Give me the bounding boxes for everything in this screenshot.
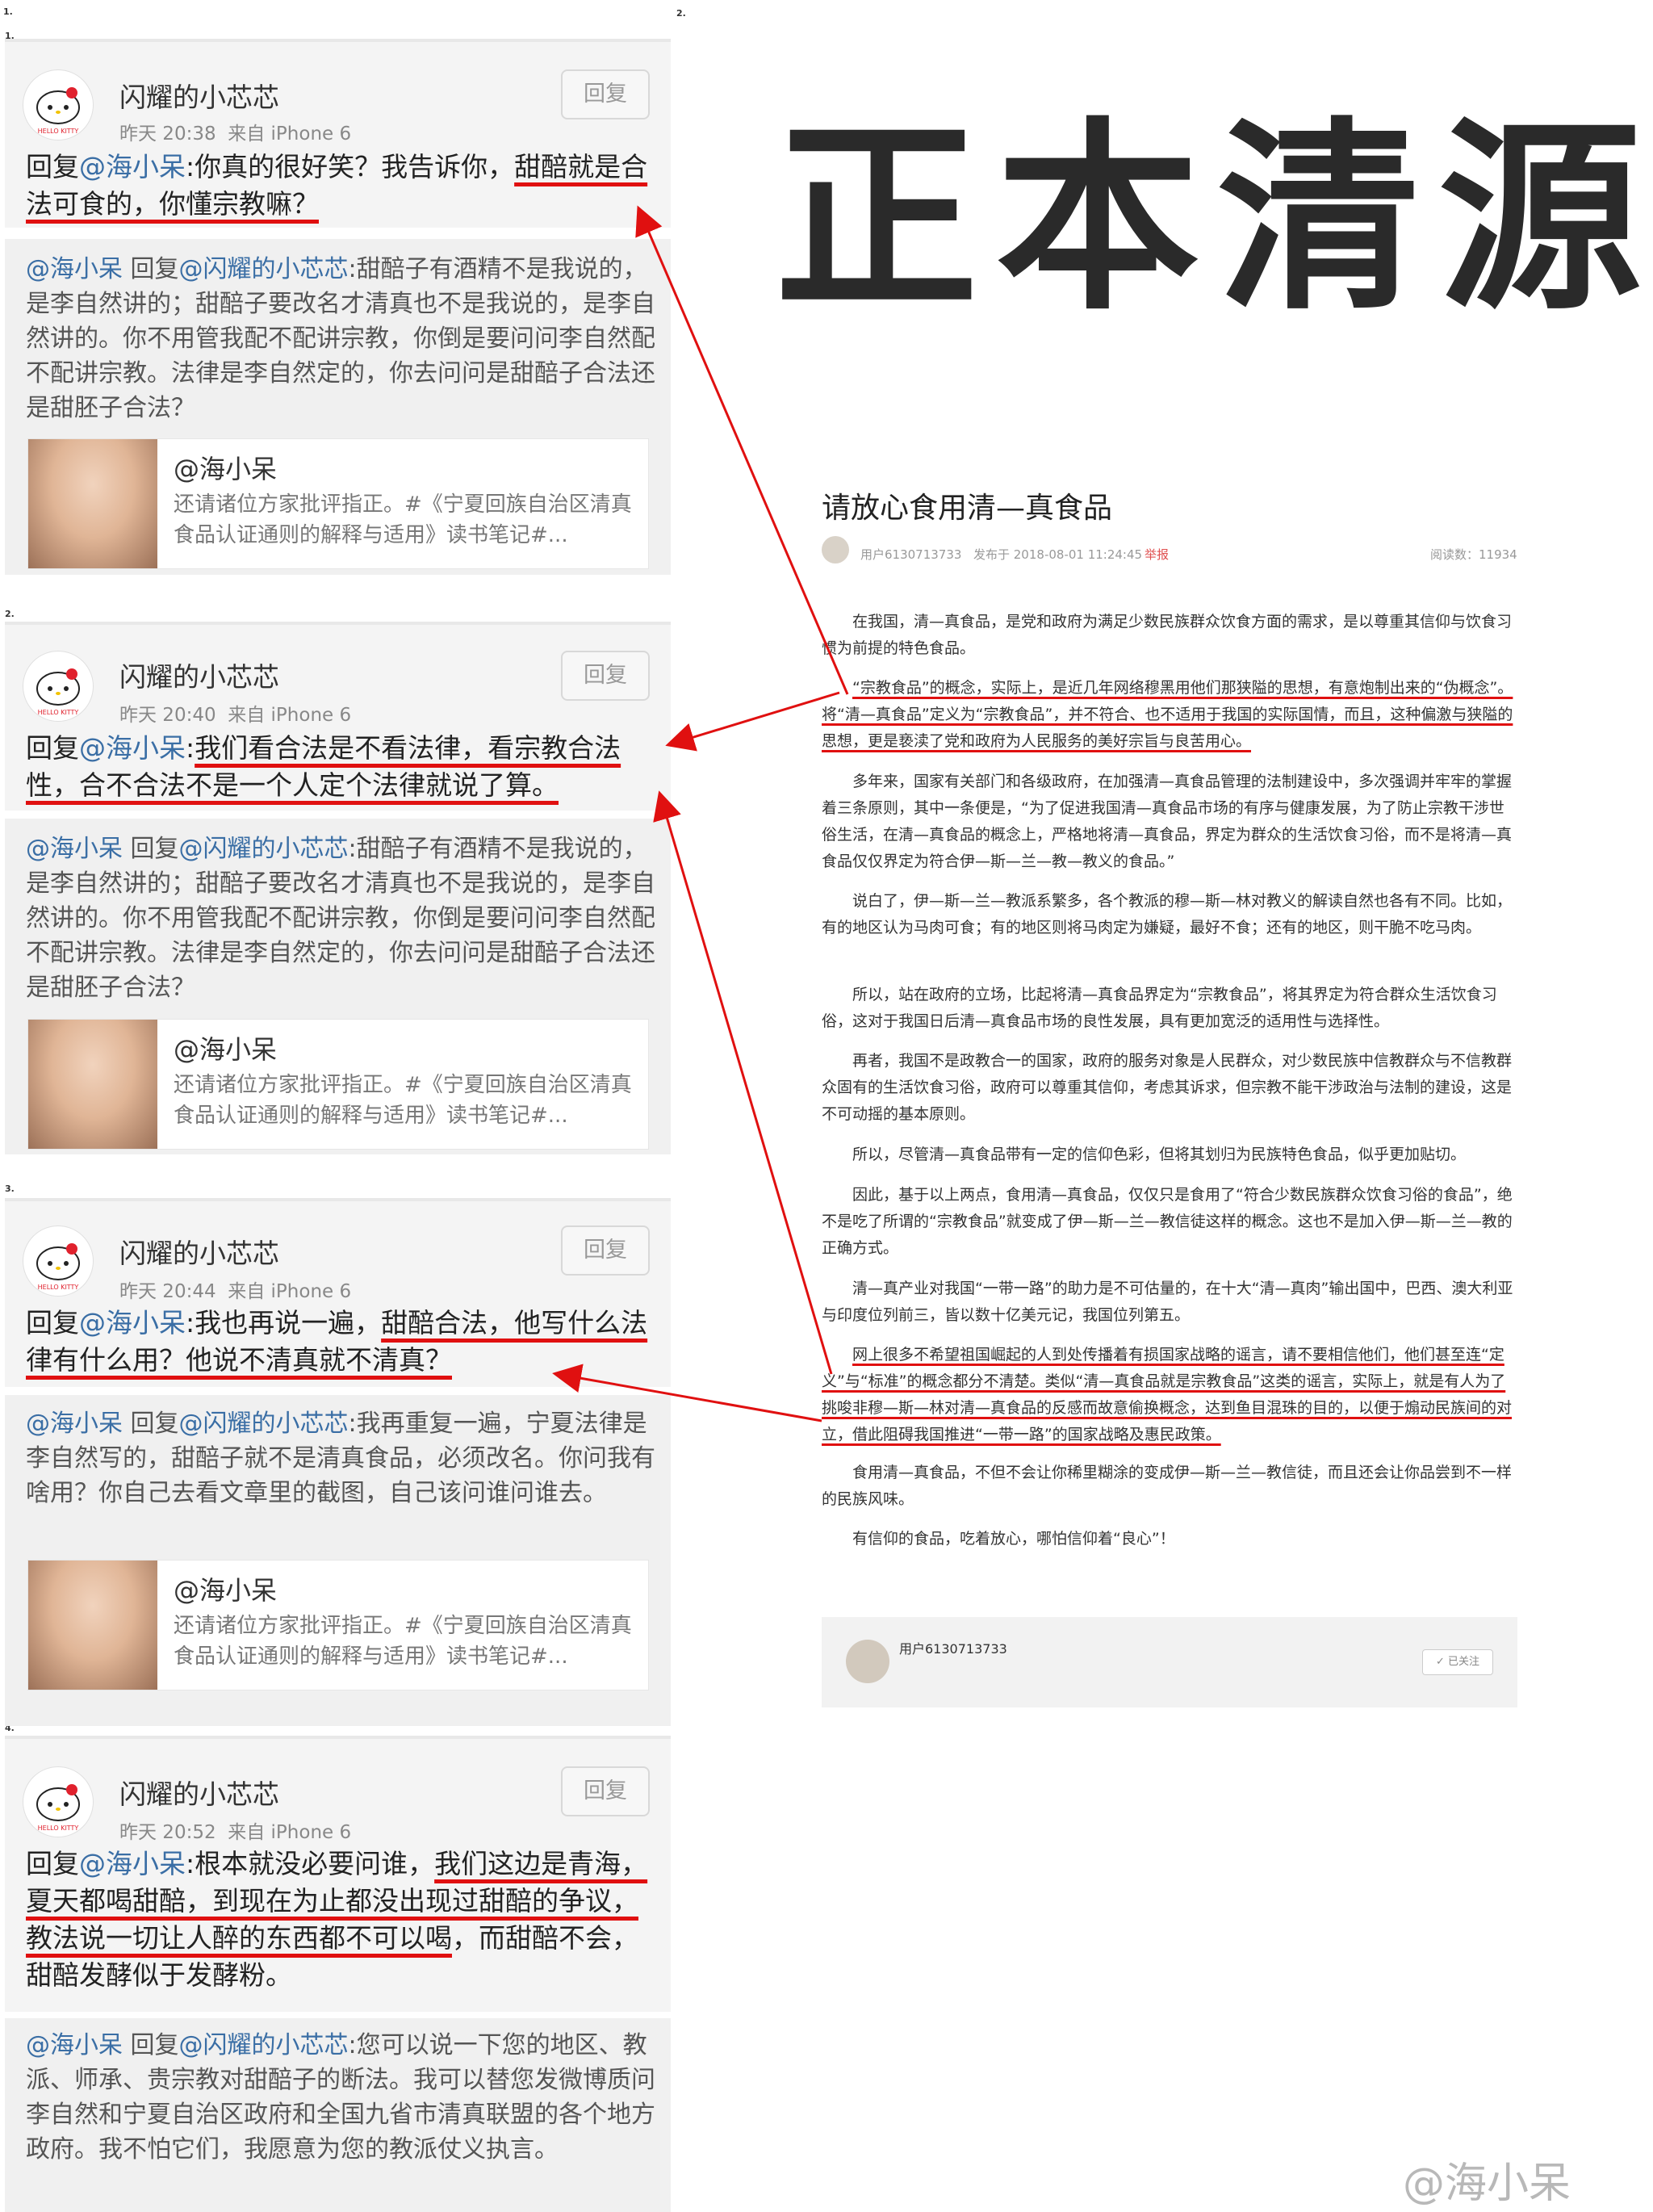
arrow-to-comment-3	[552, 1364, 822, 1422]
arrow-to-comment-2	[665, 691, 840, 752]
arrow-to-comment-2b	[653, 790, 833, 1375]
weibo-watermark: @海小呆	[1403, 2160, 1571, 2208]
annotation-arrows	[552, 205, 849, 1422]
arrow-to-comment-1	[635, 205, 849, 695]
